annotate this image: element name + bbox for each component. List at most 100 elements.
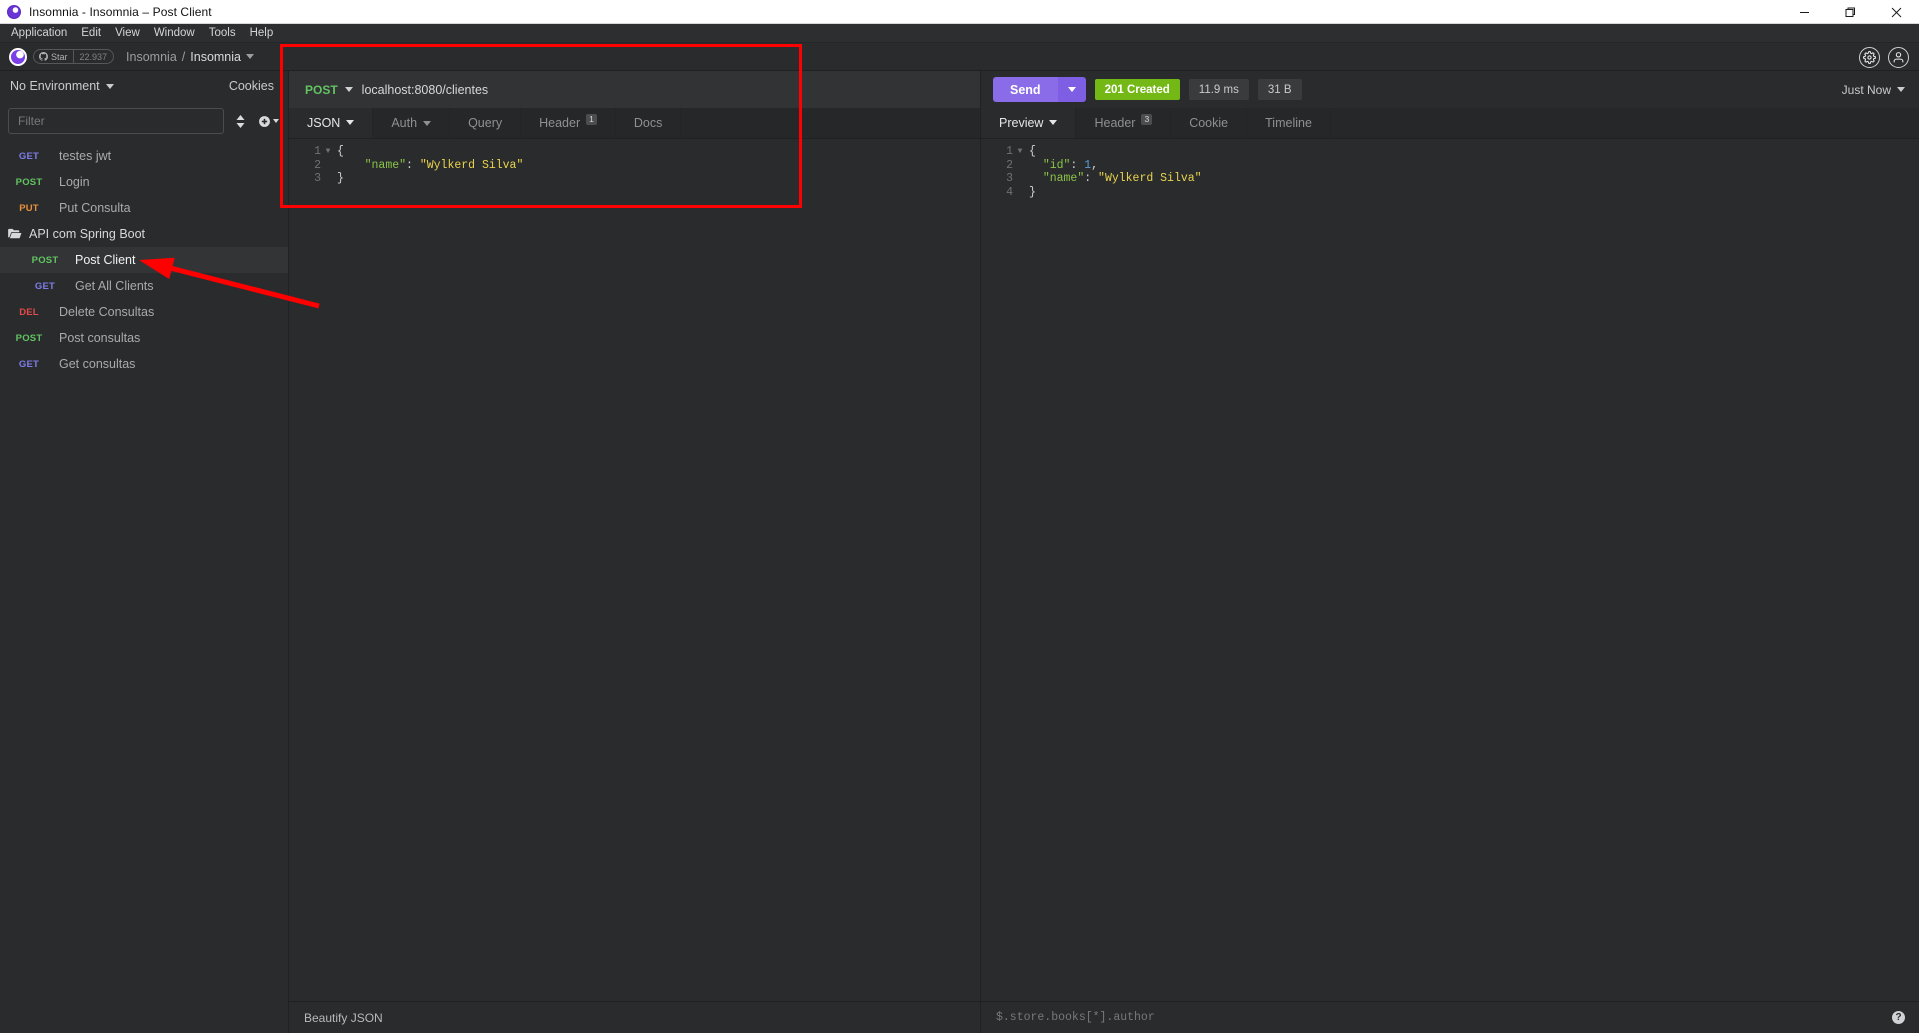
- tab-label: Query: [468, 116, 503, 130]
- chevron-down-icon: [344, 87, 353, 92]
- breadcrumb-workspace: Insomnia: [190, 49, 241, 64]
- response-body-viewer[interactable]: 1 ▼{2 "id": 1, 3 "name": "Wylkerd Silva" 4}: [981, 139, 1919, 1001]
- sidebar-item-label: Post Client: [75, 253, 136, 267]
- sidebar-item-get-consultas[interactable]: GET Get consultas: [0, 351, 288, 377]
- request-method-badge: DEL: [19, 306, 39, 318]
- tab-docs[interactable]: Docs: [616, 108, 682, 138]
- method-selector[interactable]: POST: [289, 83, 353, 97]
- line-number: 2: [1006, 158, 1013, 172]
- tab-header[interactable]: Header 3: [1076, 108, 1172, 138]
- code-text: "name": "Wylkerd Silva": [364, 158, 524, 172]
- maximize-icon[interactable]: [1827, 0, 1873, 24]
- tab-label: Header: [1094, 116, 1136, 130]
- breadcrumb-org: Insomnia: [126, 49, 177, 64]
- tab-auth[interactable]: Auth: [373, 108, 451, 138]
- request-list: GET testes jwt POST Login PUT Put Consulta API…: [0, 141, 288, 1033]
- response-tabbar: Preview Header 3 Cookie Timeline: [981, 108, 1919, 139]
- chevron-down-icon: [346, 120, 355, 125]
- minimize-icon[interactable]: [1781, 0, 1827, 24]
- header-actions: [1859, 43, 1909, 71]
- sidebar-item-testes-jwt[interactable]: GET testes jwt: [0, 143, 288, 169]
- code-line: 3}: [289, 172, 980, 186]
- cookies-button[interactable]: Cookies: [229, 79, 274, 93]
- github-star-label: Star: [51, 51, 68, 62]
- tab-timeline[interactable]: Timeline: [1247, 108, 1331, 138]
- request-method-badge: POST: [31, 254, 59, 266]
- tab-cookie[interactable]: Cookie: [1171, 108, 1248, 138]
- send-button-group[interactable]: Send: [993, 77, 1086, 102]
- insomnia-logo-icon: [9, 47, 27, 66]
- request-method-badge: PUT: [19, 202, 39, 214]
- sidebar-filter-row: [0, 101, 288, 141]
- sidebar-folder[interactable]: API com Spring Boot: [0, 221, 288, 247]
- chevron-down-icon: [272, 119, 279, 123]
- search-input[interactable]: [8, 108, 224, 134]
- response-time-badge[interactable]: 11.9 ms: [1188, 79, 1249, 100]
- menu-item-window[interactable]: Window: [147, 24, 202, 43]
- code-text: }: [337, 172, 344, 185]
- response-pane: Send 201 Created 11.9 ms 31 B Just Now P…: [981, 71, 1919, 1033]
- menu-item-application[interactable]: Application: [4, 24, 74, 43]
- chevron-down-icon: [246, 54, 254, 59]
- request-method-badge: POST: [15, 332, 43, 344]
- breadcrumb[interactable]: Insomnia / Insomnia: [126, 50, 254, 64]
- tab-label: Auth: [391, 116, 418, 130]
- tab-header[interactable]: Header 1: [521, 108, 616, 138]
- chevron-down-icon: [1067, 87, 1076, 92]
- sidebar-item-delete-consultas[interactable]: DEL Delete Consultas: [0, 299, 288, 325]
- user-icon[interactable]: [1888, 46, 1909, 68]
- line-number: 3: [1006, 172, 1013, 185]
- add-request-button[interactable]: [256, 110, 280, 132]
- close-icon[interactable]: [1873, 0, 1919, 24]
- sidebar-item-login[interactable]: POST Login: [0, 169, 288, 195]
- send-options-button[interactable]: [1057, 77, 1086, 102]
- fold-toggle-icon[interactable]: ▼: [323, 145, 333, 159]
- url-bar[interactable]: POST localhost:8080/clientes: [289, 71, 980, 108]
- gear-icon[interactable]: [1859, 46, 1880, 68]
- request-method-badge: GET: [18, 150, 40, 162]
- request-method-badge: GET: [18, 358, 40, 370]
- sidebar-item-get-all-clients[interactable]: GET Get All Clients: [0, 273, 288, 299]
- chevron-down-icon: [423, 120, 432, 126]
- github-star-badge[interactable]: Star 22.937: [33, 49, 115, 64]
- question-mark-icon[interactable]: ?: [1892, 1011, 1905, 1024]
- menu-item-edit[interactable]: Edit: [74, 24, 108, 43]
- code-text: "id": 1,: [1042, 158, 1099, 172]
- menu-item-tools[interactable]: Tools: [202, 24, 243, 43]
- menu-item-view[interactable]: View: [108, 24, 147, 43]
- sidebar-item-label: Login: [59, 175, 90, 189]
- url-input[interactable]: localhost:8080/clientes: [353, 83, 488, 97]
- beautify-json-button[interactable]: Beautify JSON: [304, 1011, 383, 1025]
- tab-json[interactable]: JSON: [289, 108, 374, 138]
- code-text: {: [337, 145, 344, 158]
- response-size-badge[interactable]: 31 B: [1257, 79, 1302, 100]
- jsonpath-filter-input[interactable]: [996, 1011, 1892, 1024]
- status-badge[interactable]: 201 Created: [1094, 79, 1180, 100]
- tab-query[interactable]: Query: [450, 108, 522, 138]
- menu-item-help[interactable]: Help: [243, 24, 281, 43]
- fold-toggle-icon[interactable]: ▼: [1015, 145, 1025, 159]
- insomnia-logo-icon: [7, 4, 21, 19]
- send-button[interactable]: Send: [993, 77, 1058, 102]
- code-line: 3 "name": "Wylkerd Silva": [981, 172, 1919, 186]
- sidebar-item-label: Get consultas: [59, 357, 136, 371]
- sidebar-item-put-consulta[interactable]: PUT Put Consulta: [0, 195, 288, 221]
- sort-icon[interactable]: [232, 110, 248, 132]
- request-body-editor[interactable]: 1 ▼{2 "name": "Wylkerd Silva" 3}: [289, 139, 980, 1001]
- github-icon: [39, 52, 48, 61]
- sidebar-item-post-client[interactable]: POST Post Client: [0, 247, 288, 273]
- sidebar-item-post-consultas[interactable]: POST Post consultas: [0, 325, 288, 351]
- sidebar-item-label: testes jwt: [59, 149, 112, 163]
- tab-preview[interactable]: Preview: [981, 108, 1077, 138]
- environment-selector[interactable]: No Environment: [10, 79, 114, 93]
- window-controls: [1781, 0, 1919, 24]
- code-text: "name": "Wylkerd Silva": [1042, 172, 1202, 185]
- request-tabbar: JSON Auth Query Header 1 Docs: [289, 108, 980, 139]
- sidebar: No Environment Cookies Filter GET testes…: [0, 71, 288, 1033]
- menu-bar: Application Edit View Window Tools Help: [0, 24, 1919, 43]
- response-history-selector[interactable]: Just Now: [1842, 83, 1905, 97]
